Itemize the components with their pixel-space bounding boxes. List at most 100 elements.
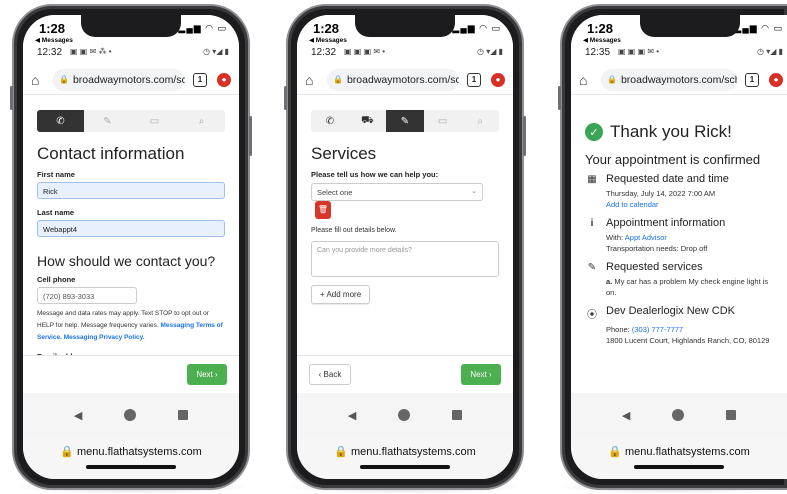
safari-url[interactable]: 🔒 menu.flathatsystems.com <box>571 445 787 458</box>
page-title: Contact information <box>37 144 185 163</box>
next-label: Next <box>196 370 213 379</box>
nav-back-icon[interactable]: ◀ <box>348 409 356 422</box>
back-button[interactable]: ‹ Back <box>309 364 351 385</box>
safari-url[interactable]: 🔒 menu.flathatsystems.com <box>297 445 513 458</box>
extension-icon[interactable]: ● <box>217 72 231 87</box>
step-bar: ✆ ✎ ▭ ⌕ <box>37 110 225 132</box>
browser-url-bar: ⌂ 🔒 broadwaymotors.com/sched 1 ● <box>571 65 787 95</box>
url-text: broadwaymotors.com/sched <box>620 73 737 86</box>
screen: 1:28 ◀ Messages ▂▄▆ ◠ ▭ 12:35 ▣ ▣ ▣ ✉ • … <box>571 15 787 479</box>
phone-link[interactable]: (303) 777-7777 <box>632 325 683 334</box>
tabs-count-button[interactable]: 1 <box>193 72 207 87</box>
safari-url-text: menu.flathatsystems.com <box>351 446 476 458</box>
nav-home-icon[interactable] <box>398 409 411 421</box>
cell-phone-label: Cell phone <box>37 275 76 284</box>
step-contact-phone-icon[interactable]: ✆ <box>37 110 84 132</box>
services-section: ✎ Requested services <box>585 261 779 273</box>
android-nav-bar: ◀ <box>297 393 513 437</box>
nav-back-icon[interactable]: ◀ <box>622 409 630 422</box>
safari-bottom-bar: 🔒 menu.flathatsystems.com <box>297 437 513 479</box>
screen: 1:28 ◀ Messages ▂▄▆ ◠ ▭ 12:32 ▣ ▣ ✉ ⁂ • … <box>23 15 239 479</box>
calendar-icon: ▦ <box>587 174 597 185</box>
notification-icons: ▣ ▣ ▣ ✉ • <box>618 47 660 56</box>
service-prefix: a. <box>606 277 613 286</box>
messages-back-link[interactable]: ◀ Messages <box>583 36 621 44</box>
service-select-row: Select one ⌄ 🗑 <box>311 182 499 219</box>
info-icon: i <box>590 218 594 229</box>
step-service-wrench-icon[interactable]: ✎ <box>84 110 131 132</box>
tabs-count-button[interactable]: 1 <box>467 72 481 87</box>
step-vehicle-car-icon[interactable]: ⛟ <box>349 110 387 132</box>
signal-wifi-battery-icon: ▂▄▆ ◠ ▭ <box>452 23 501 33</box>
nav-recent-icon[interactable] <box>178 410 189 420</box>
lock-icon: 🔒 <box>59 75 69 84</box>
date-body: Thursday, July 14, 2022 7:00 AM Add to c… <box>606 188 779 210</box>
next-button[interactable]: Next › <box>187 364 227 385</box>
messages-back-link[interactable]: ◀ Messages <box>309 36 347 44</box>
contact-heading: How should we contact you? <box>37 253 216 269</box>
notch <box>355 15 455 37</box>
advisor-line: With: Appt Advisor <box>606 232 779 243</box>
nav-home-icon[interactable] <box>672 409 685 421</box>
page-content: ✆ ✎ ▭ ⌕ Contact information First name R… <box>23 96 239 393</box>
phone-services: 1:28 ◀ Messages ▂▄▆ ◠ ▭ 12:32 ▣ ▣ ▣ ✉ • … <box>284 4 526 490</box>
phone-line: Phone: (303) 777-7777 <box>606 324 779 335</box>
with-label: With: <box>606 233 624 242</box>
dealer-section: ⦿ Dev Dealerlogix New CDK <box>585 305 779 321</box>
step-service-wrench-icon[interactable]: ✎ <box>386 110 424 132</box>
url-field[interactable]: 🔒 broadwaymotors.com/sched <box>601 68 737 91</box>
dealer-body: Phone: (303) 777-7777 1800 Lucent Court,… <box>606 324 779 346</box>
messages-back-link[interactable]: ◀ Messages <box>35 36 73 44</box>
ios-time: 1:28 <box>313 21 340 36</box>
signal-wifi-battery-icon: ▂▄▆ ◠ ▭ <box>734 23 783 33</box>
notification-icons: ▣ ▣ ✉ ⁂ • <box>70 47 112 56</box>
home-icon[interactable]: ⌂ <box>579 72 595 88</box>
next-button[interactable]: Next › <box>461 364 501 385</box>
privacy-link[interactable]: Messaging Privacy Policy. <box>64 334 145 341</box>
add-more-button[interactable]: + Add more <box>311 285 371 304</box>
status-icons: ◷ ▾◢ ▮ <box>477 47 503 56</box>
delete-service-button[interactable]: 🗑 <box>315 201 331 219</box>
extension-icon[interactable]: ● <box>769 72 783 87</box>
volume-button <box>284 86 287 110</box>
safari-bottom-bar: 🔒 menu.flathatsystems.com <box>23 437 239 479</box>
nav-recent-icon[interactable] <box>726 410 737 420</box>
home-icon[interactable]: ⌂ <box>305 72 321 88</box>
advisor-link[interactable]: Appt Advisor <box>625 233 667 242</box>
url-field[interactable]: 🔒 broadwaymotors.com/sched <box>53 68 185 91</box>
url-field[interactable]: 🔒 broadwaymotors.com/sched <box>327 68 459 91</box>
sms-disclaimer: Message and data rates may apply. Text S… <box>37 308 225 344</box>
safari-url-text: menu.flathatsystems.com <box>625 446 750 458</box>
last-name-field[interactable]: Webappt4 <box>37 220 225 237</box>
browser-url-bar: ⌂ 🔒 broadwaymotors.com/sched 1 ● <box>23 65 239 95</box>
step-contact-phone-icon[interactable]: ✆ <box>311 110 349 132</box>
last-name-label: Last name <box>37 208 75 217</box>
home-icon[interactable]: ⌂ <box>31 72 47 88</box>
stage: 1:28 ◀ Messages ▂▄▆ ◠ ▭ 12:32 ▣ ▣ ✉ ⁂ • … <box>0 0 787 494</box>
home-indicator <box>86 465 176 469</box>
nav-recent-icon[interactable] <box>452 410 463 420</box>
phone-contact: 1:28 ◀ Messages ▂▄▆ ◠ ▭ 12:32 ▣ ▣ ✉ ⁂ • … <box>10 4 252 490</box>
extension-icon[interactable]: ● <box>491 72 505 87</box>
nav-back-icon[interactable]: ◀ <box>74 409 82 422</box>
service-select[interactable]: Select one ⌄ <box>311 183 483 201</box>
tabs-count-button[interactable]: 1 <box>745 72 759 87</box>
phone-label: Phone: <box>606 325 630 334</box>
step-calendar-icon[interactable]: ▭ <box>424 110 462 132</box>
step-search-icon[interactable]: ⌕ <box>461 110 499 132</box>
nav-home-icon[interactable] <box>124 409 137 421</box>
safari-url[interactable]: 🔒 menu.flathatsystems.com <box>23 445 239 458</box>
status-icons: ◷ ▾◢ ▮ <box>757 47 783 56</box>
android-status-bar: 12:35 ▣ ▣ ▣ ✉ • ◷ ▾◢ ▮ <box>571 46 787 60</box>
step-calendar-icon[interactable]: ▭ <box>131 110 178 132</box>
step-search-icon[interactable]: ⌕ <box>178 110 225 132</box>
cell-phone-field[interactable]: (720) 893-3033 <box>37 287 137 304</box>
first-name-field[interactable]: Rick <box>37 182 225 199</box>
date-section: ▦ Requested date and time <box>585 173 779 185</box>
details-textarea[interactable]: Can you provide more details? <box>311 241 499 277</box>
ios-time: 1:28 <box>587 21 614 36</box>
appointment-title: Appointment information <box>606 217 726 229</box>
dealer-title: Dev Dealerlogix New CDK <box>606 305 735 317</box>
add-to-calendar-link[interactable]: Add to calendar <box>606 199 779 210</box>
date-value: Thursday, July 14, 2022 7:00 AM <box>606 189 716 198</box>
